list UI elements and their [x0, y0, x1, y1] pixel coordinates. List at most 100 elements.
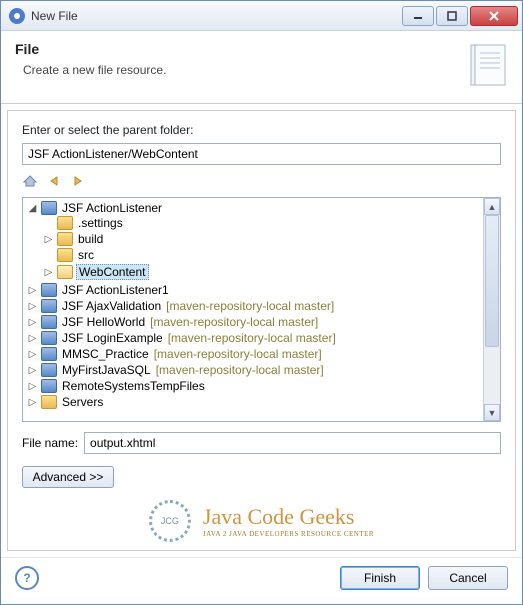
watermark-logo-icon: JCG: [149, 500, 191, 542]
tree-decoration: [maven-repository-local master]: [156, 363, 324, 377]
tree-node-project[interactable]: ▷ RemoteSystemsTempFiles: [27, 378, 481, 394]
tree-label: RemoteSystemsTempFiles: [60, 379, 207, 393]
folder-icon: [57, 248, 73, 262]
close-button[interactable]: [470, 6, 518, 26]
expander-closed-icon[interactable]: ▷: [27, 285, 38, 296]
folder-icon: [41, 395, 57, 409]
tree-node-selected[interactable]: ▷ WebContent: [43, 263, 481, 281]
project-icon: [41, 379, 57, 393]
tree-label: Servers: [60, 395, 105, 409]
folder-icon: [57, 216, 73, 230]
titlebar[interactable]: New File: [1, 1, 522, 31]
folder-icon: [57, 232, 73, 246]
scroll-track[interactable]: [484, 215, 500, 404]
arrow-left-icon: [47, 174, 61, 188]
tree-node-project[interactable]: ▷ JSF AjaxValidation [maven-repository-lo…: [27, 298, 481, 314]
tree-node-folder[interactable]: ▷ build: [43, 231, 481, 247]
page-title: File: [15, 41, 166, 57]
tree-label: build: [76, 232, 105, 246]
advanced-button[interactable]: Advanced >>: [22, 466, 114, 488]
scroll-down-button[interactable]: ▼: [484, 404, 500, 421]
tree-decoration: [maven-repository-local master]: [166, 299, 334, 313]
maximize-icon: [447, 11, 457, 21]
scroll-thumb[interactable]: [485, 215, 499, 347]
project-icon: [41, 363, 57, 377]
tree-node-project[interactable]: ▷ JSF HelloWorld [maven-repository-local …: [27, 314, 481, 330]
scroll-up-button[interactable]: ▲: [484, 198, 500, 215]
expander-closed-icon[interactable]: ▷: [27, 333, 38, 344]
help-button[interactable]: ?: [15, 566, 39, 590]
tree-label: MyFirstJavaSQL: [60, 363, 153, 377]
expander-closed-icon[interactable]: ▷: [27, 349, 38, 360]
tree-label: JSF LoginExample: [60, 331, 165, 345]
parent-folder-label: Enter or select the parent folder:: [22, 123, 501, 137]
app-icon: [9, 8, 25, 24]
window-title: New File: [31, 9, 400, 23]
watermark-sub: JAVA 2 JAVA DEVELOPERS RESOURCE CENTER: [203, 530, 374, 538]
expander-closed-icon[interactable]: ▷: [27, 301, 38, 312]
tree-toolbar: [22, 171, 501, 191]
tree-decoration: [maven-repository-local master]: [150, 315, 318, 329]
home-button[interactable]: [22, 173, 38, 189]
folder-tree[interactable]: ◢ JSF ActionListener .settings ▷ build src…: [23, 198, 483, 421]
dialog-footer: ? Finish Cancel: [1, 557, 522, 604]
watermark: JCG Java Code Geeks JAVA 2 JAVA DEVELOPE…: [22, 500, 501, 542]
expander-closed-icon[interactable]: ▷: [27, 381, 38, 392]
tree-label: JSF ActionListener1: [60, 283, 171, 297]
expander-closed-icon[interactable]: ▷: [27, 365, 38, 376]
project-icon: [41, 331, 57, 345]
tree-node-project[interactable]: ▷ MMSC_Practice [maven-repository-local m…: [27, 346, 481, 362]
filename-row: File name:: [22, 432, 501, 454]
tree-node-folder[interactable]: src: [43, 247, 481, 263]
dialog-window: New File File Create a new file resource…: [0, 0, 523, 605]
expander-open-icon[interactable]: ◢: [27, 203, 38, 214]
folder-open-icon: [57, 265, 73, 279]
arrow-right-icon: [71, 174, 85, 188]
tree-label: WebContent: [76, 264, 149, 280]
expander-closed-icon[interactable]: ▷: [27, 397, 38, 408]
project-icon: [41, 347, 57, 361]
tree-decoration: [maven-repository-local master]: [154, 347, 322, 361]
filename-input[interactable]: [84, 432, 501, 454]
expander-closed-icon[interactable]: ▷: [43, 234, 54, 245]
expander-closed-icon[interactable]: ▷: [27, 317, 38, 328]
filename-label: File name:: [22, 436, 78, 450]
watermark-text: Java Code Geeks JAVA 2 JAVA DEVELOPERS R…: [203, 504, 374, 538]
finish-button[interactable]: Finish: [340, 566, 420, 590]
tree-node-project[interactable]: ▷ JSF LoginExample [maven-repository-loca…: [27, 330, 481, 346]
watermark-main: Java Code Geeks: [203, 504, 374, 530]
project-icon: [41, 315, 57, 329]
footer-buttons: Finish Cancel: [340, 566, 508, 590]
tree-node-project[interactable]: ◢ JSF ActionListener .settings ▷ build src…: [27, 200, 481, 282]
minimize-button[interactable]: [402, 6, 434, 26]
dialog-body: Enter or select the parent folder: ◢ JSF …: [7, 110, 516, 551]
tree-label: JSF HelloWorld: [60, 315, 147, 329]
cancel-button[interactable]: Cancel: [428, 566, 508, 590]
forward-button[interactable]: [70, 173, 86, 189]
file-wizard-icon: [466, 41, 508, 89]
dialog-header: File Create a new file resource.: [1, 31, 522, 104]
header-text: File Create a new file resource.: [15, 41, 166, 77]
tree-label: JSF ActionListener: [60, 201, 164, 215]
page-subtitle: Create a new file resource.: [15, 63, 166, 77]
tree-decoration: [maven-repository-local master]: [168, 331, 336, 345]
project-icon: [41, 299, 57, 313]
tree-label: src: [76, 248, 96, 262]
project-icon: [41, 283, 57, 297]
parent-folder-input[interactable]: [22, 143, 501, 165]
home-icon: [23, 174, 37, 188]
tree-node-project[interactable]: ▷ Servers: [27, 394, 481, 410]
back-button[interactable]: [46, 173, 62, 189]
folder-tree-container: ◢ JSF ActionListener .settings ▷ build src…: [22, 197, 501, 422]
tree-node-folder[interactable]: .settings: [43, 215, 481, 231]
close-icon: [489, 11, 499, 21]
tree-node-project[interactable]: ▷ JSF ActionListener1: [27, 282, 481, 298]
minimize-icon: [413, 11, 423, 21]
tree-scrollbar[interactable]: ▲ ▼: [483, 198, 500, 421]
tree-label: MMSC_Practice: [60, 347, 151, 361]
maximize-button[interactable]: [436, 6, 468, 26]
tree-label: JSF AjaxValidation: [60, 299, 163, 313]
tree-node-project[interactable]: ▷ MyFirstJavaSQL [maven-repository-local …: [27, 362, 481, 378]
tree-label: .settings: [76, 216, 125, 230]
expander-closed-icon[interactable]: ▷: [43, 267, 54, 278]
